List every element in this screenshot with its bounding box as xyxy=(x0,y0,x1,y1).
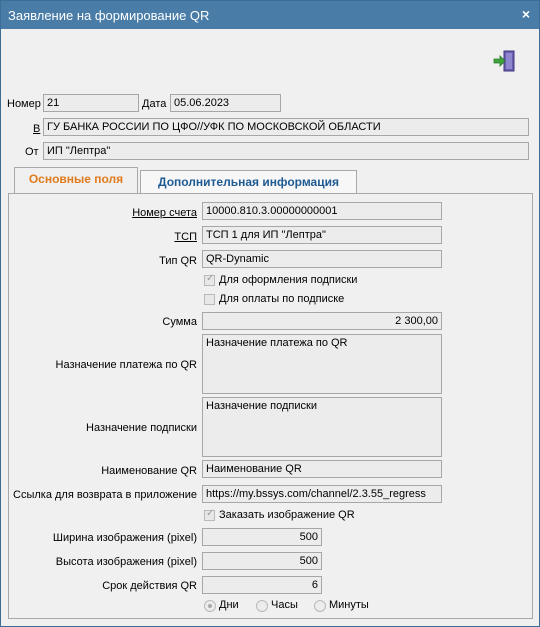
validity-minutes-radio[interactable] xyxy=(314,600,326,612)
to-field[interactable]: ГУ БАНКА РОССИИ ПО ЦФО//УФК ПО МОСКОВСКО… xyxy=(43,118,529,136)
tsp-label[interactable]: ТСП xyxy=(174,231,197,243)
subscription-setup-checkbox[interactable] xyxy=(204,273,215,286)
validity-field[interactable]: 6 xyxy=(202,576,322,594)
close-icon[interactable]: × xyxy=(522,6,530,22)
validity-days-label: Дни xyxy=(219,599,239,611)
subscription-purpose-textarea[interactable]: Назначение подписки xyxy=(202,397,442,457)
subscription-payment-label: Для оплаты по подписке xyxy=(219,293,345,305)
validity-hours-radio[interactable] xyxy=(256,600,268,612)
number-field[interactable]: 21 xyxy=(43,94,139,112)
account-field[interactable]: 10000.810.3.00000000001 xyxy=(202,202,442,220)
height-field[interactable]: 500 xyxy=(202,552,322,570)
qr-name-field[interactable]: Наименование QR xyxy=(202,460,442,478)
validity-days-radio[interactable] xyxy=(204,600,216,612)
payment-purpose-label: Назначение платежа по QR xyxy=(55,359,198,371)
height-label: Высота изображения (pixel) xyxy=(55,556,197,568)
tab-main-fields[interactable]: Основные поля xyxy=(14,167,138,194)
subscription-payment-checkbox[interactable] xyxy=(204,294,215,305)
date-field[interactable]: 05.06.2023 xyxy=(170,94,281,112)
width-label: Ширина изображения (pixel) xyxy=(52,532,197,544)
width-field[interactable]: 500 xyxy=(202,528,322,546)
order-image-checkbox[interactable] xyxy=(204,508,215,521)
tab-additional-info[interactable]: Дополнительная информация xyxy=(140,170,357,194)
to-label[interactable]: В xyxy=(33,123,40,135)
number-label: Номер xyxy=(7,98,41,110)
date-label: Дата xyxy=(142,98,167,110)
qr-name-label: Наименование QR xyxy=(101,465,197,477)
account-label[interactable]: Номер счета xyxy=(132,207,197,219)
title-bar: Заявление на формирование QR × xyxy=(1,1,539,29)
validity-label: Срок действия QR xyxy=(102,580,197,592)
order-image-label: Заказать изображение QR xyxy=(219,509,355,521)
subscription-purpose-label: Назначение подписки xyxy=(86,422,197,434)
validity-minutes-label: Минуты xyxy=(329,599,369,611)
from-field[interactable]: ИП "Лептра" xyxy=(43,142,529,160)
return-link-field[interactable]: https://my.bssys.com/channel/2.3.55_regr… xyxy=(202,485,442,503)
sum-label: Сумма xyxy=(162,316,197,328)
qr-type-select[interactable]: QR-Dynamic xyxy=(202,250,442,268)
qr-type-label: Тип QR xyxy=(159,255,197,267)
tsp-field[interactable]: ТСП 1 для ИП "Лептра" xyxy=(202,226,442,244)
return-link-label: Ссылка для возврата в приложение xyxy=(13,489,197,501)
qr-request-window: Заявление на формирование QR × Номер 21 … xyxy=(0,0,540,627)
sum-field[interactable]: 2 300,00 xyxy=(202,312,442,330)
exit-door-icon[interactable] xyxy=(493,49,517,73)
validity-hours-label: Часы xyxy=(271,599,298,611)
payment-purpose-textarea[interactable]: Назначение платежа по QR xyxy=(202,334,442,394)
from-label: От xyxy=(25,146,39,158)
subscription-setup-label: Для оформления подписки xyxy=(219,274,358,286)
window-title: Заявление на формирование QR xyxy=(8,8,210,23)
